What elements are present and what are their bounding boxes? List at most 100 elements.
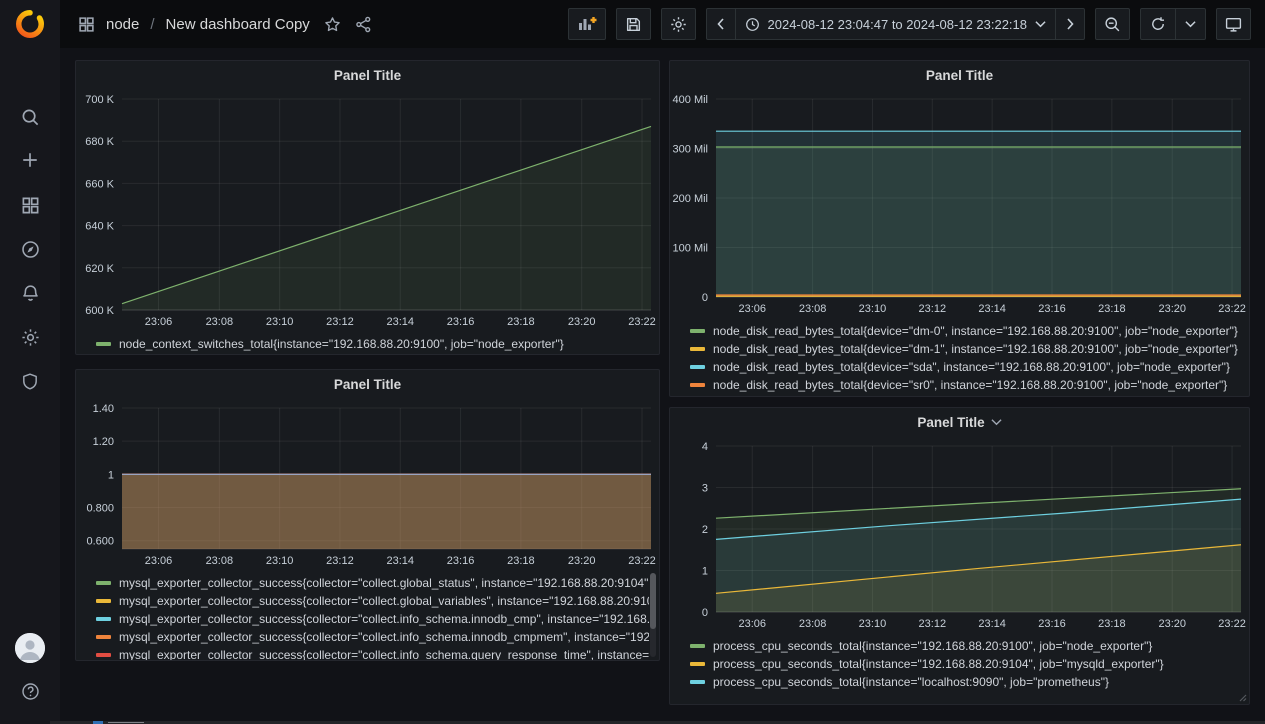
svg-text:300 Mil: 300 Mil xyxy=(673,144,708,156)
panel-title-text: Panel Title xyxy=(334,377,401,392)
time-zoom-out-button[interactable] xyxy=(1095,8,1130,40)
time-range-picker-button[interactable]: 2024-08-12 23:04:47 to 2024-08-12 23:22:… xyxy=(735,9,1056,39)
chart[interactable]: 23:0623:0823:1023:1223:1423:1623:1823:20… xyxy=(76,89,659,330)
grafana-logo-icon xyxy=(15,9,45,39)
grafana-logo[interactable] xyxy=(0,0,60,48)
legend-swatch xyxy=(96,617,111,621)
legend-swatch xyxy=(690,347,705,351)
svg-text:0.600: 0.600 xyxy=(86,536,114,548)
legend-swatch xyxy=(690,662,705,666)
svg-text:23:18: 23:18 xyxy=(507,555,535,567)
legend-label: node_disk_read_bytes_total{device="sda",… xyxy=(713,360,1230,374)
sidebar-item-profile[interactable] xyxy=(0,628,60,668)
svg-text:23:22: 23:22 xyxy=(628,316,656,328)
svg-text:100 Mil: 100 Mil xyxy=(673,243,708,255)
svg-text:620 K: 620 K xyxy=(85,263,114,275)
sidebar-item-create[interactable] xyxy=(0,140,60,180)
legend-swatch xyxy=(96,635,111,639)
sidebar-item-help[interactable] xyxy=(0,671,60,711)
panel-title[interactable]: Panel Title xyxy=(76,61,659,89)
chart-canvas: 23:0623:0823:1023:1223:1423:1623:1823:20… xyxy=(670,436,1249,632)
legend-item[interactable]: mysql_exporter_collector_success{collect… xyxy=(96,592,649,610)
svg-text:600 K: 600 K xyxy=(85,305,114,317)
svg-text:4: 4 xyxy=(702,441,708,453)
add-panel-icon xyxy=(577,15,597,33)
legend: process_cpu_seconds_total{instance="192.… xyxy=(670,632,1249,704)
panel-title-text: Panel Title xyxy=(334,68,401,83)
svg-text:400 Mil: 400 Mil xyxy=(673,94,708,106)
svg-text:0: 0 xyxy=(702,292,708,304)
share-icon xyxy=(355,16,372,33)
svg-text:23:16: 23:16 xyxy=(447,555,475,567)
chart[interactable]: 23:0623:0823:1023:1223:1423:1623:1823:20… xyxy=(76,398,659,569)
svg-text:23:16: 23:16 xyxy=(447,316,475,328)
taskbar-item xyxy=(108,722,144,723)
panel-title[interactable]: Panel Title xyxy=(670,61,1249,89)
legend-swatch xyxy=(96,581,111,585)
refresh-interval-button[interactable] xyxy=(1175,9,1205,39)
legend-item[interactable]: mysql_exporter_collector_success{collect… xyxy=(96,628,649,646)
legend: node_context_switches_total{instance="19… xyxy=(76,330,659,354)
svg-text:200 Mil: 200 Mil xyxy=(673,193,708,205)
sidebar-item-configuration[interactable] xyxy=(0,317,60,357)
legend-item[interactable]: process_cpu_seconds_total{instance="loca… xyxy=(690,673,1239,691)
favorite-star-button[interactable] xyxy=(324,16,341,33)
time-shift-forward-button[interactable] xyxy=(1055,9,1084,39)
sidebar-item-search[interactable] xyxy=(0,97,60,137)
legend-item[interactable]: node_disk_read_bytes_total{device="dm-0"… xyxy=(690,322,1239,340)
star-icon xyxy=(324,16,341,33)
save-icon xyxy=(625,16,642,33)
chevron-down-icon xyxy=(1185,20,1196,28)
panel-title-text: Panel Title xyxy=(926,68,993,83)
sidebar-item-alerting[interactable] xyxy=(0,273,60,313)
help-circle-icon xyxy=(21,682,40,701)
shield-icon xyxy=(21,372,39,391)
svg-text:23:10: 23:10 xyxy=(266,555,294,567)
sidebar-item-server-admin[interactable] xyxy=(0,361,60,401)
svg-text:23:18: 23:18 xyxy=(1098,303,1126,315)
svg-text:23:06: 23:06 xyxy=(738,303,766,315)
legend-item[interactable]: process_cpu_seconds_total{instance="192.… xyxy=(690,655,1239,673)
dashboard-title[interactable]: New dashboard Copy xyxy=(166,16,310,33)
legend-item[interactable]: mysql_exporter_collector_success{collect… xyxy=(96,646,649,660)
share-button[interactable] xyxy=(355,16,372,33)
legend-item[interactable]: node_context_switches_total{instance="19… xyxy=(96,335,649,353)
svg-text:23:20: 23:20 xyxy=(1158,618,1186,630)
legend-label: node_disk_read_bytes_total{device="dm-1"… xyxy=(713,342,1238,356)
panel-title[interactable]: Panel Title xyxy=(670,408,1249,436)
svg-text:23:08: 23:08 xyxy=(799,618,827,630)
dashboard-settings-button[interactable] xyxy=(661,8,696,40)
legend-swatch xyxy=(96,342,111,346)
legend-item[interactable]: node_disk_read_bytes_total{device="dm-1"… xyxy=(690,340,1239,358)
search-icon xyxy=(21,108,40,127)
legend-scrollbar-thumb[interactable] xyxy=(650,573,656,629)
breadcrumb-section[interactable]: node xyxy=(106,16,139,33)
plus-icon xyxy=(21,151,39,169)
svg-text:23:12: 23:12 xyxy=(919,303,947,315)
svg-text:23:18: 23:18 xyxy=(507,316,535,328)
time-shift-back-button[interactable] xyxy=(707,9,735,39)
legend-item[interactable]: node_disk_read_bytes_total{device="sda",… xyxy=(690,358,1239,376)
panel-resize-handle[interactable] xyxy=(1238,693,1247,702)
legend-swatch xyxy=(96,653,111,657)
legend-item[interactable]: process_cpu_seconds_total{instance="192.… xyxy=(690,637,1239,655)
sidebar-item-dashboards[interactable] xyxy=(0,185,60,225)
save-dashboard-button[interactable] xyxy=(616,8,651,40)
svg-text:0: 0 xyxy=(702,607,708,619)
legend-label: process_cpu_seconds_total{instance="192.… xyxy=(713,639,1152,653)
refresh-button[interactable] xyxy=(1141,9,1175,39)
svg-text:23:20: 23:20 xyxy=(1158,303,1186,315)
legend-swatch xyxy=(690,383,705,387)
svg-text:23:16: 23:16 xyxy=(1038,303,1066,315)
legend-item[interactable]: mysql_exporter_collector_success{collect… xyxy=(96,610,649,628)
chart[interactable]: 23:0623:0823:1023:1223:1423:1623:1823:20… xyxy=(670,436,1249,632)
cycle-view-mode-button[interactable] xyxy=(1216,8,1251,40)
chart[interactable]: 23:0623:0823:1023:1223:1423:1623:1823:20… xyxy=(670,89,1249,317)
legend-item[interactable]: mysql_exporter_collector_success{collect… xyxy=(96,574,649,592)
panel-title[interactable]: Panel Title xyxy=(76,370,659,398)
legend-item[interactable]: node_disk_read_bytes_total{device="sr0",… xyxy=(690,376,1239,394)
add-panel-button[interactable] xyxy=(568,8,606,40)
sidebar-item-explore[interactable] xyxy=(0,229,60,269)
svg-text:23:06: 23:06 xyxy=(145,555,173,567)
svg-text:23:06: 23:06 xyxy=(738,618,766,630)
